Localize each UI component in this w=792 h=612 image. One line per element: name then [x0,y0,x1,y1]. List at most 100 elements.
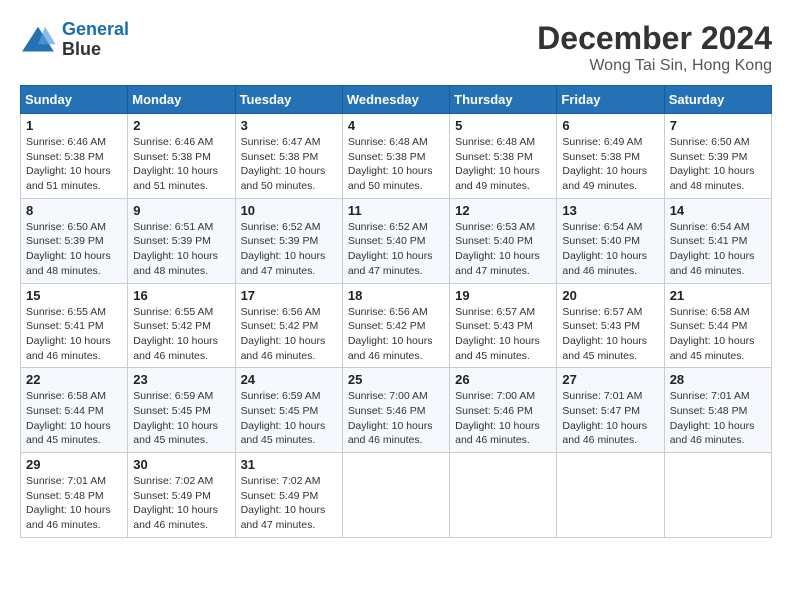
day-info: Sunrise: 6:52 AM Sunset: 5:40 PM Dayligh… [348,220,444,279]
day-info: Sunrise: 7:01 AM Sunset: 5:47 PM Dayligh… [562,389,658,448]
day-number: 31 [241,457,337,472]
day-info: Sunrise: 7:02 AM Sunset: 5:49 PM Dayligh… [133,474,229,533]
week-row-5: 29 Sunrise: 7:01 AM Sunset: 5:48 PM Dayl… [21,453,772,538]
day-cell: 30 Sunrise: 7:02 AM Sunset: 5:49 PM Dayl… [128,453,235,538]
day-info: Sunrise: 6:48 AM Sunset: 5:38 PM Dayligh… [455,135,551,194]
day-info: Sunrise: 6:56 AM Sunset: 5:42 PM Dayligh… [348,305,444,364]
day-number: 18 [348,288,444,303]
day-cell: 2 Sunrise: 6:46 AM Sunset: 5:38 PM Dayli… [128,114,235,199]
day-info: Sunrise: 6:48 AM Sunset: 5:38 PM Dayligh… [348,135,444,194]
day-info: Sunrise: 6:46 AM Sunset: 5:38 PM Dayligh… [133,135,229,194]
day-info: Sunrise: 6:50 AM Sunset: 5:39 PM Dayligh… [26,220,122,279]
day-cell: 26 Sunrise: 7:00 AM Sunset: 5:46 PM Dayl… [450,368,557,453]
day-info: Sunrise: 6:57 AM Sunset: 5:43 PM Dayligh… [562,305,658,364]
day-number: 1 [26,118,122,133]
day-cell: 27 Sunrise: 7:01 AM Sunset: 5:47 PM Dayl… [557,368,664,453]
day-number: 25 [348,372,444,387]
day-number: 19 [455,288,551,303]
day-number: 7 [670,118,766,133]
logo-line2: Blue [62,40,129,60]
day-cell [664,453,771,538]
day-number: 24 [241,372,337,387]
day-info: Sunrise: 7:00 AM Sunset: 5:46 PM Dayligh… [455,389,551,448]
day-cell: 10 Sunrise: 6:52 AM Sunset: 5:39 PM Dayl… [235,198,342,283]
day-info: Sunrise: 7:02 AM Sunset: 5:49 PM Dayligh… [241,474,337,533]
day-info: Sunrise: 6:52 AM Sunset: 5:39 PM Dayligh… [241,220,337,279]
day-number: 17 [241,288,337,303]
day-cell: 25 Sunrise: 7:00 AM Sunset: 5:46 PM Dayl… [342,368,449,453]
day-header-friday: Friday [557,86,664,114]
day-cell [557,453,664,538]
day-info: Sunrise: 6:54 AM Sunset: 5:41 PM Dayligh… [670,220,766,279]
day-cell: 8 Sunrise: 6:50 AM Sunset: 5:39 PM Dayli… [21,198,128,283]
day-number: 15 [26,288,122,303]
logo-icon [20,25,56,55]
day-info: Sunrise: 6:50 AM Sunset: 5:39 PM Dayligh… [670,135,766,194]
day-info: Sunrise: 6:59 AM Sunset: 5:45 PM Dayligh… [133,389,229,448]
day-header-wednesday: Wednesday [342,86,449,114]
day-cell: 22 Sunrise: 6:58 AM Sunset: 5:44 PM Dayl… [21,368,128,453]
logo-line1: General [62,19,129,39]
day-cell: 7 Sunrise: 6:50 AM Sunset: 5:39 PM Dayli… [664,114,771,199]
day-number: 30 [133,457,229,472]
day-info: Sunrise: 6:46 AM Sunset: 5:38 PM Dayligh… [26,135,122,194]
day-cell [342,453,449,538]
calendar-table: SundayMondayTuesdayWednesdayThursdayFrid… [20,85,772,538]
day-number: 14 [670,203,766,218]
day-number: 2 [133,118,229,133]
day-number: 22 [26,372,122,387]
day-info: Sunrise: 7:01 AM Sunset: 5:48 PM Dayligh… [670,389,766,448]
header: General Blue December 2024 Wong Tai Sin,… [20,20,772,75]
day-number: 26 [455,372,551,387]
day-number: 11 [348,203,444,218]
day-cell: 18 Sunrise: 6:56 AM Sunset: 5:42 PM Dayl… [342,283,449,368]
day-info: Sunrise: 6:56 AM Sunset: 5:42 PM Dayligh… [241,305,337,364]
day-number: 21 [670,288,766,303]
day-info: Sunrise: 6:51 AM Sunset: 5:39 PM Dayligh… [133,220,229,279]
day-number: 23 [133,372,229,387]
day-cell: 9 Sunrise: 6:51 AM Sunset: 5:39 PM Dayli… [128,198,235,283]
day-info: Sunrise: 6:58 AM Sunset: 5:44 PM Dayligh… [26,389,122,448]
day-number: 28 [670,372,766,387]
day-header-monday: Monday [128,86,235,114]
day-cell: 4 Sunrise: 6:48 AM Sunset: 5:38 PM Dayli… [342,114,449,199]
day-number: 5 [455,118,551,133]
day-cell: 11 Sunrise: 6:52 AM Sunset: 5:40 PM Dayl… [342,198,449,283]
day-number: 20 [562,288,658,303]
day-info: Sunrise: 6:59 AM Sunset: 5:45 PM Dayligh… [241,389,337,448]
day-header-sunday: Sunday [21,86,128,114]
week-row-1: 1 Sunrise: 6:46 AM Sunset: 5:38 PM Dayli… [21,114,772,199]
day-info: Sunrise: 6:55 AM Sunset: 5:42 PM Dayligh… [133,305,229,364]
day-cell: 28 Sunrise: 7:01 AM Sunset: 5:48 PM Dayl… [664,368,771,453]
day-number: 13 [562,203,658,218]
day-cell: 19 Sunrise: 6:57 AM Sunset: 5:43 PM Dayl… [450,283,557,368]
day-number: 10 [241,203,337,218]
day-number: 9 [133,203,229,218]
day-cell: 3 Sunrise: 6:47 AM Sunset: 5:38 PM Dayli… [235,114,342,199]
logo: General Blue [20,20,129,60]
day-cell: 5 Sunrise: 6:48 AM Sunset: 5:38 PM Dayli… [450,114,557,199]
day-cell: 31 Sunrise: 7:02 AM Sunset: 5:49 PM Dayl… [235,453,342,538]
location-title: Wong Tai Sin, Hong Kong [537,57,772,75]
day-header-saturday: Saturday [664,86,771,114]
day-cell: 12 Sunrise: 6:53 AM Sunset: 5:40 PM Dayl… [450,198,557,283]
day-info: Sunrise: 7:00 AM Sunset: 5:46 PM Dayligh… [348,389,444,448]
day-cell: 17 Sunrise: 6:56 AM Sunset: 5:42 PM Dayl… [235,283,342,368]
day-header-tuesday: Tuesday [235,86,342,114]
day-number: 12 [455,203,551,218]
day-cell: 21 Sunrise: 6:58 AM Sunset: 5:44 PM Dayl… [664,283,771,368]
day-number: 8 [26,203,122,218]
day-info: Sunrise: 6:54 AM Sunset: 5:40 PM Dayligh… [562,220,658,279]
month-title: December 2024 [537,20,772,57]
day-number: 29 [26,457,122,472]
day-header-thursday: Thursday [450,86,557,114]
day-info: Sunrise: 7:01 AM Sunset: 5:48 PM Dayligh… [26,474,122,533]
week-row-4: 22 Sunrise: 6:58 AM Sunset: 5:44 PM Dayl… [21,368,772,453]
day-cell: 20 Sunrise: 6:57 AM Sunset: 5:43 PM Dayl… [557,283,664,368]
day-cell: 14 Sunrise: 6:54 AM Sunset: 5:41 PM Dayl… [664,198,771,283]
day-number: 6 [562,118,658,133]
logo-text: General Blue [62,20,129,60]
day-number: 16 [133,288,229,303]
day-cell: 15 Sunrise: 6:55 AM Sunset: 5:41 PM Dayl… [21,283,128,368]
title-area: December 2024 Wong Tai Sin, Hong Kong [537,20,772,75]
